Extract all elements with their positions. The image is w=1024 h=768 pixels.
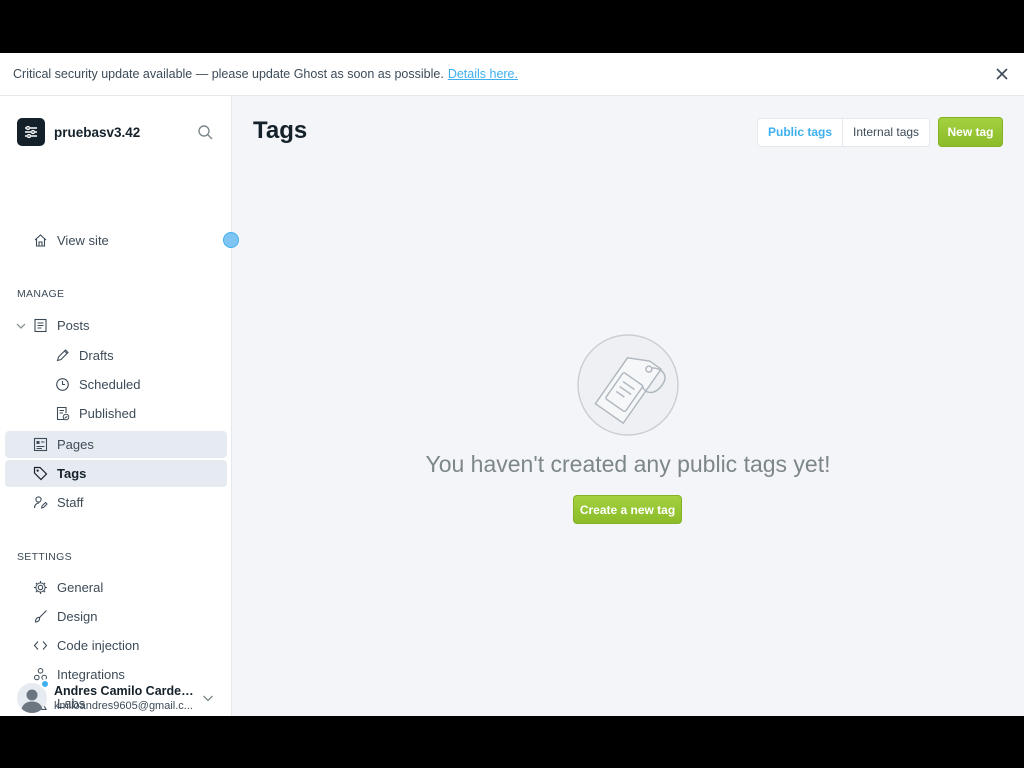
clock-icon: [54, 377, 70, 393]
banner-message: Critical security update available — ple…: [13, 67, 444, 81]
sidebar-item-posts[interactable]: Posts: [15, 312, 90, 339]
manage-section-title: MANAGE: [17, 288, 65, 300]
user-email: kmiloandres9605@gmail.c...: [54, 700, 193, 712]
online-status-dot: [40, 679, 50, 689]
empty-state-message: You haven't created any public tags yet!: [425, 451, 831, 477]
new-tag-button[interactable]: New tag: [938, 117, 1003, 147]
sidebar-item-label: Tags: [57, 466, 87, 481]
security-banner: Critical security update available — ple…: [0, 53, 1024, 96]
gear-icon: [32, 580, 48, 596]
sidebar-item-label: View site: [57, 233, 109, 248]
sidebar-item-label: Pages: [57, 437, 94, 452]
sidebar-item-staff[interactable]: Staff: [32, 489, 84, 516]
site-title: pruebasv3.42: [54, 124, 141, 140]
sidebar-item-label: Scheduled: [79, 377, 141, 392]
sidebar-item-label: Staff: [57, 495, 84, 510]
banner-details-link[interactable]: Details here.: [448, 67, 518, 81]
tag-illustration-icon: [577, 334, 679, 436]
tag-type-switcher: Public tags Internal tags: [757, 118, 931, 147]
sidebar-item-label: General: [57, 580, 104, 595]
tab-internal-tags[interactable]: Internal tags: [843, 119, 929, 146]
tag-icon: [32, 466, 48, 482]
page-title: Tags: [253, 117, 308, 144]
brush-icon: [32, 609, 48, 625]
sidebar-item-label: Code injection: [57, 638, 140, 653]
brand[interactable]: pruebasv3.42: [17, 118, 140, 146]
sidebar-item-design[interactable]: Design: [32, 603, 97, 630]
sidebar-item-label: Drafts: [79, 348, 114, 363]
app-window: Critical security update available — ple…: [0, 53, 1024, 716]
sidebar-item-drafts[interactable]: Drafts: [54, 342, 114, 369]
user-menu[interactable]: Andres Camilo Carden... kmiloandres9605@…: [17, 679, 227, 715]
settings-section-title: SETTINGS: [17, 551, 72, 563]
sidebar-item-code-injection[interactable]: Code injection: [32, 632, 139, 659]
code-icon: [32, 638, 48, 654]
posts-icon: [32, 318, 48, 334]
chevron-down-icon[interactable]: [15, 320, 27, 332]
sidebar-item-view-site[interactable]: View site: [32, 227, 109, 254]
staff-icon: [32, 495, 48, 511]
pencil-icon: [54, 348, 70, 364]
tab-public-tags[interactable]: Public tags: [758, 119, 844, 146]
pages-icon: [32, 437, 48, 453]
home-icon: [32, 233, 48, 249]
search-icon[interactable]: [197, 124, 214, 141]
sliders-icon: [25, 126, 37, 138]
sidebar-item-general[interactable]: General: [32, 574, 103, 601]
user-name: Andres Camilo Carden...: [54, 684, 199, 698]
sidebar-item-pages[interactable]: Pages: [5, 431, 227, 458]
close-icon[interactable]: [994, 66, 1010, 82]
published-icon: [54, 406, 70, 422]
notification-dot: [223, 232, 239, 248]
sidebar-item-tags[interactable]: Tags: [5, 460, 227, 487]
sidebar: pruebasv3.42 View site MANAGE Posts Draf…: [0, 96, 239, 716]
sidebar-item-scheduled[interactable]: Scheduled: [54, 371, 140, 398]
create-tag-button[interactable]: Create a new tag: [573, 495, 682, 524]
chevron-down-icon[interactable]: [201, 691, 215, 705]
sidebar-item-published[interactable]: Published: [54, 400, 136, 427]
site-logo: [17, 118, 45, 146]
sidebar-item-label: Design: [57, 609, 98, 624]
sidebar-item-label: Integrations: [57, 667, 125, 682]
user-info: Andres Camilo Carden... kmiloandres9605@…: [54, 684, 199, 712]
sidebar-item-label: Published: [79, 406, 137, 421]
sidebar-item-label: Posts: [57, 318, 90, 333]
